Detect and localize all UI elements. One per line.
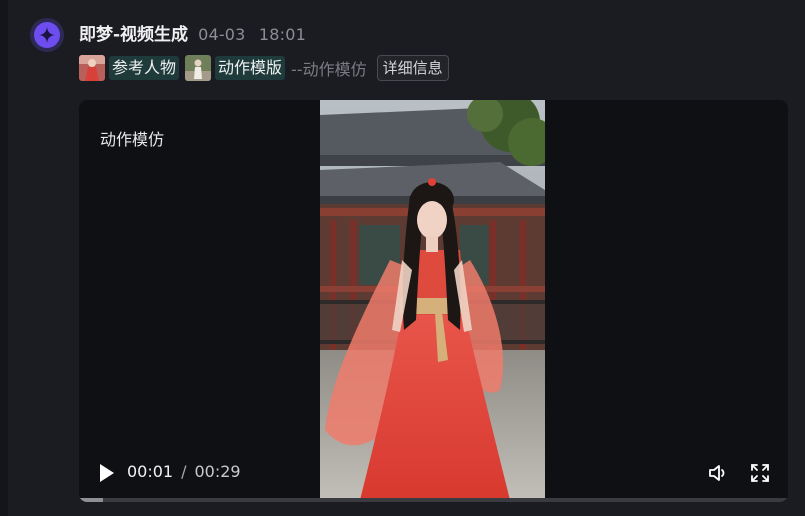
star-sparkle-icon (39, 27, 55, 43)
time-display: 00:01 / 00:29 (127, 462, 241, 481)
message-date: 04-03 (198, 25, 246, 44)
message-header: 即梦-视频生成 04-03 18:01 (79, 20, 306, 46)
progress-fill (79, 498, 104, 502)
action-template-chip[interactable]: 动作模版 (215, 56, 286, 80)
total-duration: 00:29 (194, 462, 241, 481)
video-player[interactable]: 动作模仿 00:01 / 00:29 (79, 100, 788, 502)
reference-person-chip[interactable]: 参考人物 (109, 56, 180, 80)
chat-message-page: 即梦-视频生成 04-03 18:01 参考人物 动作模版 --动作模仿 详细信… (0, 0, 805, 516)
progress-bar[interactable] (79, 498, 788, 502)
video-still (320, 100, 545, 500)
volume-icon (709, 465, 725, 481)
avatar[interactable] (30, 18, 64, 52)
prompt-chips: 参考人物 动作模版 --动作模仿 详细信息 (79, 54, 449, 82)
sender-name: 即梦-视频生成 (79, 25, 189, 45)
fullscreen-icon (751, 464, 769, 482)
detail-info-button[interactable]: 详细信息 (376, 55, 449, 81)
play-button[interactable] (97, 462, 117, 484)
sidebar-edge (0, 0, 8, 516)
message-timestamp: 04-03 18:01 (198, 25, 306, 44)
video-frame[interactable] (320, 100, 545, 500)
avatar-badge (34, 22, 60, 48)
play-icon (100, 464, 114, 482)
volume-button[interactable] (708, 463, 730, 483)
time-separator: / (181, 462, 187, 481)
reference-person-thumbnail[interactable] (79, 55, 105, 81)
action-template-thumbnail[interactable] (185, 55, 212, 81)
message-time: 18:01 (258, 25, 306, 44)
fullscreen-button[interactable] (750, 463, 770, 483)
video-title: 动作模仿 (100, 130, 165, 149)
action-type-text: --动作模仿 (291, 60, 367, 79)
player-controls: 00:01 / 00:29 (79, 456, 788, 490)
current-time: 00:01 (127, 462, 174, 481)
